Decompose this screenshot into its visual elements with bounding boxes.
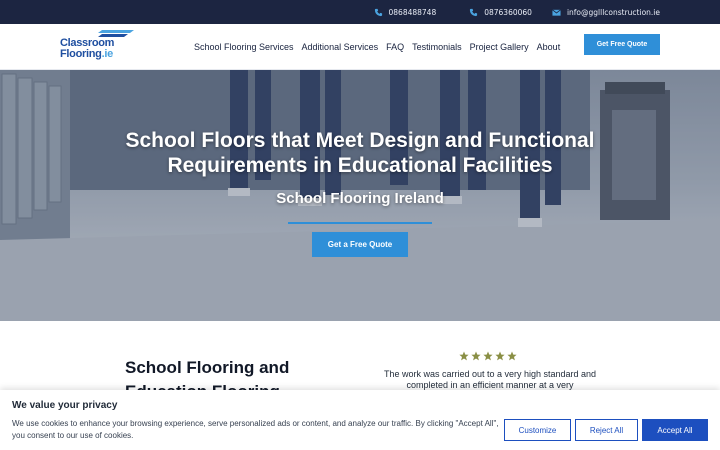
hero-subtitle: School Flooring Ireland [276, 190, 444, 207]
logo-line-2: Flooring.ie [60, 49, 113, 60]
site-logo[interactable]: Classroom Flooring.ie [58, 29, 138, 63]
customize-button[interactable]: Customize [504, 419, 571, 441]
hero-divider [288, 222, 432, 224]
reject-all-button[interactable]: Reject All [575, 419, 638, 441]
phone-link-1[interactable]: 0868488748 [374, 0, 437, 24]
rating-stars [459, 351, 517, 361]
phone-number-2: 0876360060 [484, 7, 532, 17]
testimonial-text: The work was carried out to a very high … [383, 369, 597, 390]
phone-icon [374, 8, 382, 16]
star-icon [483, 351, 493, 361]
nav-item-about[interactable]: About [537, 42, 561, 52]
site-header: Classroom Flooring.ie School Flooring Se… [0, 24, 720, 70]
hero-section: School Floors that Meet Design and Funct… [0, 70, 720, 321]
nav-item-testimonials[interactable]: Testimonials [412, 42, 462, 52]
phone-icon [470, 8, 478, 16]
nav-item-additional-services[interactable]: Additional Services [302, 42, 379, 52]
cookie-text: We use cookies to enhance your browsing … [12, 419, 499, 440]
email-link[interactable]: info@gglllconstruction.ie [552, 0, 660, 24]
star-icon [459, 351, 469, 361]
email-address: info@gglllconstruction.ie [566, 7, 660, 17]
page: 0868488748 0876360060 info@gglllconstruc… [0, 0, 720, 450]
envelope-icon [552, 8, 561, 16]
phone-number-1: 0868488748 [388, 7, 437, 17]
nav-item-school-flooring-services[interactable]: School Flooring Services [194, 42, 294, 52]
main-nav: School Flooring Services Additional Serv… [194, 24, 568, 70]
logo-suffix: .ie [101, 48, 114, 60]
contact-bar: 0868488748 0876360060 info@gglllconstruc… [0, 0, 720, 24]
nav-item-project-gallery[interactable]: Project Gallery [470, 42, 529, 52]
phone-link-2[interactable]: 0876360060 [469, 0, 532, 24]
star-icon [507, 351, 517, 361]
star-icon [471, 351, 481, 361]
nav-item-faq[interactable]: FAQ [386, 42, 404, 52]
logo-word: Flooring [60, 48, 102, 60]
star-icon [495, 351, 505, 361]
get-free-quote-button[interactable]: Get Free Quote [584, 34, 660, 55]
hero-title: School Floors that Meet Design and Funct… [125, 129, 595, 177]
cookie-title: We value your privacy [12, 400, 118, 411]
get-a-free-quote-button[interactable]: Get a Free Quote [312, 232, 408, 257]
accept-all-button[interactable]: Accept All [642, 419, 708, 441]
cookie-banner: We value your privacy We use cookies to … [0, 390, 720, 450]
